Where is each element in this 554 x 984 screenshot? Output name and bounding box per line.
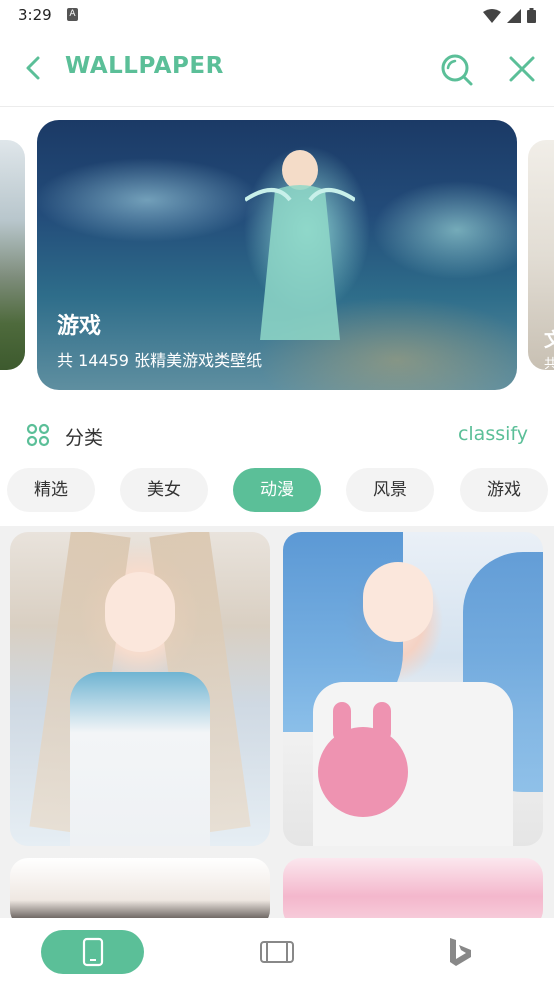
banner-slide-next[interactable]: 文 共: [528, 140, 554, 370]
category-chips: 精选 美女 动漫 风景 游戏: [0, 468, 554, 512]
signal-icon: [507, 8, 521, 23]
banner-subtitle: 共 14459 张精美游戏类壁纸: [57, 351, 263, 370]
notification-badge: A: [67, 8, 78, 21]
banner-slide[interactable]: 游戏 共 14459 张精美游戏类壁纸: [37, 120, 517, 390]
close-icon[interactable]: [505, 52, 539, 86]
bing-icon[interactable]: [440, 932, 480, 972]
banner-slide-previous[interactable]: [0, 140, 25, 370]
wallpaper-card[interactable]: [283, 532, 543, 846]
battery-icon: [527, 8, 536, 23]
banner-carousel[interactable]: 游戏 共 14459 张精美游戏类壁纸 文 共: [0, 120, 554, 392]
status-icons: [483, 8, 536, 23]
chevron-left-icon[interactable]: [18, 52, 50, 84]
status-time: 3:29: [18, 6, 52, 24]
phone-icon: [82, 937, 104, 967]
classify-link[interactable]: classify: [458, 423, 528, 445]
chip-games[interactable]: 游戏: [460, 468, 548, 512]
chip-anime[interactable]: 动漫: [233, 468, 321, 512]
status-bar: 3:29 A: [0, 0, 554, 32]
banner-image: [245, 150, 355, 340]
search-icon[interactable]: [437, 50, 475, 88]
chip-scenery[interactable]: 风景: [346, 468, 434, 512]
wifi-icon: [483, 8, 501, 23]
wallpaper-image: [70, 672, 210, 846]
page-title: WALLPAPER: [65, 53, 224, 79]
banner-title: 游戏: [57, 314, 102, 339]
divider: [0, 106, 554, 107]
grid-icon: [26, 423, 50, 447]
wallpaper-image: [105, 572, 175, 652]
chip-featured[interactable]: 精选: [7, 468, 95, 512]
wallpaper-image: [363, 562, 433, 642]
wallpaper-card[interactable]: [10, 532, 270, 846]
banner-next-subtitle: 共: [544, 357, 554, 370]
category-header: 分类 classify: [0, 414, 554, 458]
wallpaper-image: [318, 727, 408, 817]
section-title: 分类: [65, 427, 104, 449]
chip-beauty[interactable]: 美女: [120, 468, 208, 512]
tablet-icon[interactable]: [257, 932, 297, 972]
banner-next-title: 文: [544, 329, 554, 351]
nav-item-phone[interactable]: [41, 930, 144, 974]
bottom-nav: [0, 918, 554, 984]
app-bar: WALLPAPER: [0, 38, 554, 100]
